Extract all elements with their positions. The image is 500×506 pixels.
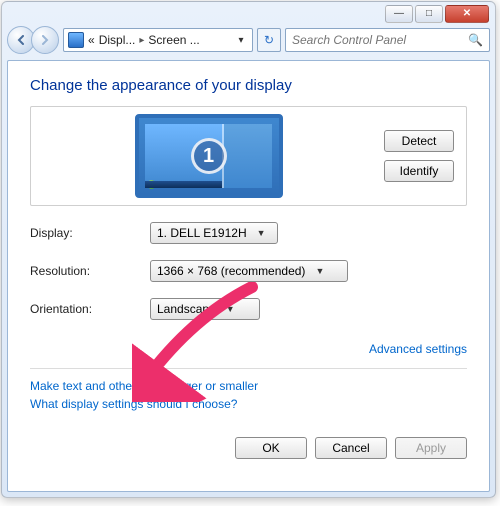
forward-button[interactable] xyxy=(31,26,59,54)
label-display: Display: xyxy=(30,226,150,240)
display-preview-box: 1 Detect Identify xyxy=(30,106,467,206)
display-value: 1. DELL E1912H xyxy=(157,226,247,240)
breadcrumb-root: « xyxy=(88,33,95,47)
address-dropdown[interactable]: ▾ xyxy=(234,35,248,46)
search-box[interactable]: 🔍 xyxy=(285,28,490,52)
monitor-side-area xyxy=(224,124,273,188)
title-bar-controls: — □ ✕ xyxy=(385,5,489,23)
taskbar-icon xyxy=(145,181,222,188)
advanced-settings-link[interactable]: Advanced settings xyxy=(369,342,467,356)
chevron-down-icon: ▼ xyxy=(257,228,266,238)
detect-button[interactable]: Detect xyxy=(384,130,454,152)
identify-button[interactable]: Identify xyxy=(384,160,454,182)
dialog-actions: OK Cancel Apply xyxy=(30,437,467,459)
display-preview[interactable]: 1 xyxy=(43,114,374,198)
orientation-combobox[interactable]: Landscape ▼ xyxy=(150,298,260,320)
close-button[interactable]: ✕ xyxy=(445,5,489,23)
chevron-right-icon: ▸ xyxy=(139,35,144,46)
monitor-number-badge: 1 xyxy=(191,138,227,174)
separator xyxy=(30,368,467,369)
minimize-button[interactable]: — xyxy=(385,5,413,23)
breadcrumb-screen[interactable]: Screen ... xyxy=(148,33,199,47)
maximize-button[interactable]: □ xyxy=(415,5,443,23)
bottom-links: Make text and other items larger or smal… xyxy=(30,379,467,411)
minimize-icon: — xyxy=(394,9,404,19)
detect-identify-group: Detect Identify xyxy=(384,130,454,182)
page-title: Change the appearance of your display xyxy=(30,77,467,94)
search-input[interactable] xyxy=(292,33,462,47)
address-bar[interactable]: « Displ... ▸ Screen ... ▾ xyxy=(63,28,253,52)
forward-icon xyxy=(40,35,50,45)
text-size-link[interactable]: Make text and other items larger or smal… xyxy=(30,379,467,393)
chevron-down-icon: ▼ xyxy=(226,304,235,314)
display-combobox[interactable]: 1. DELL E1912H ▼ xyxy=(150,222,278,244)
row-display: Display: 1. DELL E1912H ▼ xyxy=(30,222,467,244)
navigation-bar: « Displ... ▸ Screen ... ▾ ↻ 🔍 xyxy=(7,26,490,54)
row-orientation: Orientation: Landscape ▼ xyxy=(30,298,467,320)
advanced-settings-row: Advanced settings xyxy=(30,342,467,356)
cancel-button[interactable]: Cancel xyxy=(315,437,387,459)
row-resolution: Resolution: 1366 × 768 (recommended) ▼ xyxy=(30,260,467,282)
window-frame: — □ ✕ « Displ... ▸ Screen ... ▾ ↻ 🔍 xyxy=(1,1,496,498)
resolution-value: 1366 × 768 (recommended) xyxy=(157,264,305,278)
close-icon: ✕ xyxy=(463,9,471,19)
orientation-value: Landscape xyxy=(157,302,216,316)
client-area: Change the appearance of your display 1 … xyxy=(7,60,490,492)
ok-button[interactable]: OK xyxy=(235,437,307,459)
refresh-button[interactable]: ↻ xyxy=(257,28,281,52)
refresh-icon: ↻ xyxy=(264,33,274,47)
nav-buttons xyxy=(7,26,59,54)
label-orientation: Orientation: xyxy=(30,302,150,316)
breadcrumb-display[interactable]: Displ... xyxy=(99,33,136,47)
search-icon: 🔍 xyxy=(468,33,483,47)
apply-button[interactable]: Apply xyxy=(395,437,467,459)
maximize-icon: □ xyxy=(426,9,432,19)
monitor-thumbnail[interactable]: 1 xyxy=(135,114,283,198)
control-panel-icon xyxy=(68,32,84,48)
chevron-down-icon: ▼ xyxy=(315,266,324,276)
resolution-combobox[interactable]: 1366 × 768 (recommended) ▼ xyxy=(150,260,348,282)
label-resolution: Resolution: xyxy=(30,264,150,278)
back-icon xyxy=(16,35,26,45)
help-link[interactable]: What display settings should I choose? xyxy=(30,397,467,411)
